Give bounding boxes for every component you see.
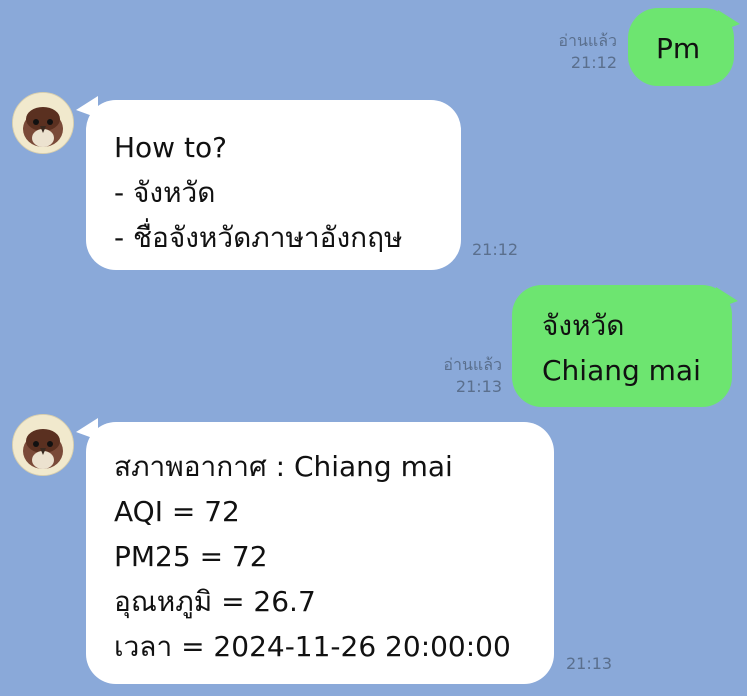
sparrow-avatar-icon[interactable]: [12, 92, 74, 154]
message-text: PM25 = 72: [114, 540, 268, 573]
message-text: How to?: [114, 131, 227, 164]
message-text: สภาพอากาศ : Chiang mai: [114, 450, 453, 483]
message-bubble-outgoing[interactable]: จังหวัด Chiang mai: [512, 285, 732, 407]
message-bubble-incoming[interactable]: How to? - จังหวัด - ชื่อจังหวัดภาษาอังกฤ…: [86, 100, 461, 270]
read-receipt: อ่านแล้ว: [443, 355, 502, 374]
message-text: Chiang mai: [542, 354, 701, 387]
message-text: - ชื่อจังหวัดภาษาอังกฤษ: [114, 221, 403, 254]
message-time: 21:12: [570, 53, 617, 72]
message-text: เวลา = 2024-11-26 20:00:00: [114, 630, 511, 663]
message-text: AQI = 72: [114, 495, 240, 528]
message-text: อุณหภูมิ = 26.7: [114, 585, 316, 618]
message-time: 21:13: [566, 654, 613, 673]
message-text: จังหวัด: [542, 309, 625, 342]
chat-area: อ่านแล้ว 21:12 Pm How to? - จังหวัด - ชื…: [0, 0, 747, 696]
sparrow-avatar-icon[interactable]: [12, 414, 74, 476]
message-time: 21:12: [472, 240, 519, 259]
bubble-tail: [716, 287, 738, 309]
message-meta: อ่านแล้ว 21:13: [443, 354, 502, 398]
message-text: - จังหวัด: [114, 176, 216, 209]
message-text: Pm: [656, 32, 701, 65]
bubble-tail: [718, 10, 740, 32]
message-time: 21:13: [455, 377, 502, 396]
read-receipt: อ่านแล้ว: [558, 31, 617, 50]
message-meta: อ่านแล้ว 21:12: [558, 30, 617, 74]
message-bubble-incoming[interactable]: สภาพอากาศ : Chiang mai AQI = 72 PM25 = 7…: [86, 422, 554, 684]
